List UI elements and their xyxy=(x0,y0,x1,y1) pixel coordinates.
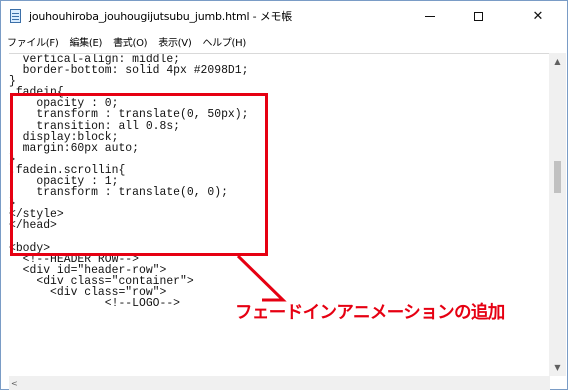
menu-edit[interactable]: 編集(E) xyxy=(69,34,102,49)
scroll-left-icon[interactable]: < xyxy=(11,376,18,390)
vertical-scroll-thumb[interactable] xyxy=(554,161,561,193)
close-button[interactable]: ✕ xyxy=(515,1,561,31)
code-line: <!--LOGO--> xyxy=(9,296,181,311)
minimize-icon xyxy=(425,15,435,17)
highlight-box xyxy=(10,93,268,256)
scroll-down-icon[interactable]: ▼ xyxy=(549,359,566,376)
close-icon: ✕ xyxy=(532,8,544,24)
minimize-button[interactable] xyxy=(407,1,453,31)
menu-file[interactable]: ファイル(F) xyxy=(7,34,59,49)
menu-bar: ファイル(F) 編集(E) 書式(O) 表示(V) ヘルプ(H) xyxy=(1,31,567,51)
menu-help[interactable]: ヘルプ(H) xyxy=(202,34,246,49)
maximize-icon xyxy=(473,11,483,21)
menu-format[interactable]: 書式(O) xyxy=(113,34,147,49)
maximize-button[interactable] xyxy=(455,1,501,31)
title-bar[interactable]: jouhouhiroba_jouhougijutsubu_jumb.html -… xyxy=(1,1,567,31)
scroll-up-icon[interactable]: ▲ xyxy=(549,53,566,70)
window-title: jouhouhiroba_jouhougijutsubu_jumb.html -… xyxy=(29,10,293,23)
code-line: border-bottom: solid 4px #2098D1; xyxy=(9,63,249,78)
menu-view[interactable]: 表示(V) xyxy=(158,34,191,49)
horizontal-scrollbar[interactable]: < xyxy=(9,376,550,390)
notepad-icon xyxy=(9,8,23,24)
annotation-label: フェードインアニメーションの追加 xyxy=(235,303,505,323)
vertical-scrollbar[interactable]: ▲ ▼ xyxy=(549,53,566,376)
